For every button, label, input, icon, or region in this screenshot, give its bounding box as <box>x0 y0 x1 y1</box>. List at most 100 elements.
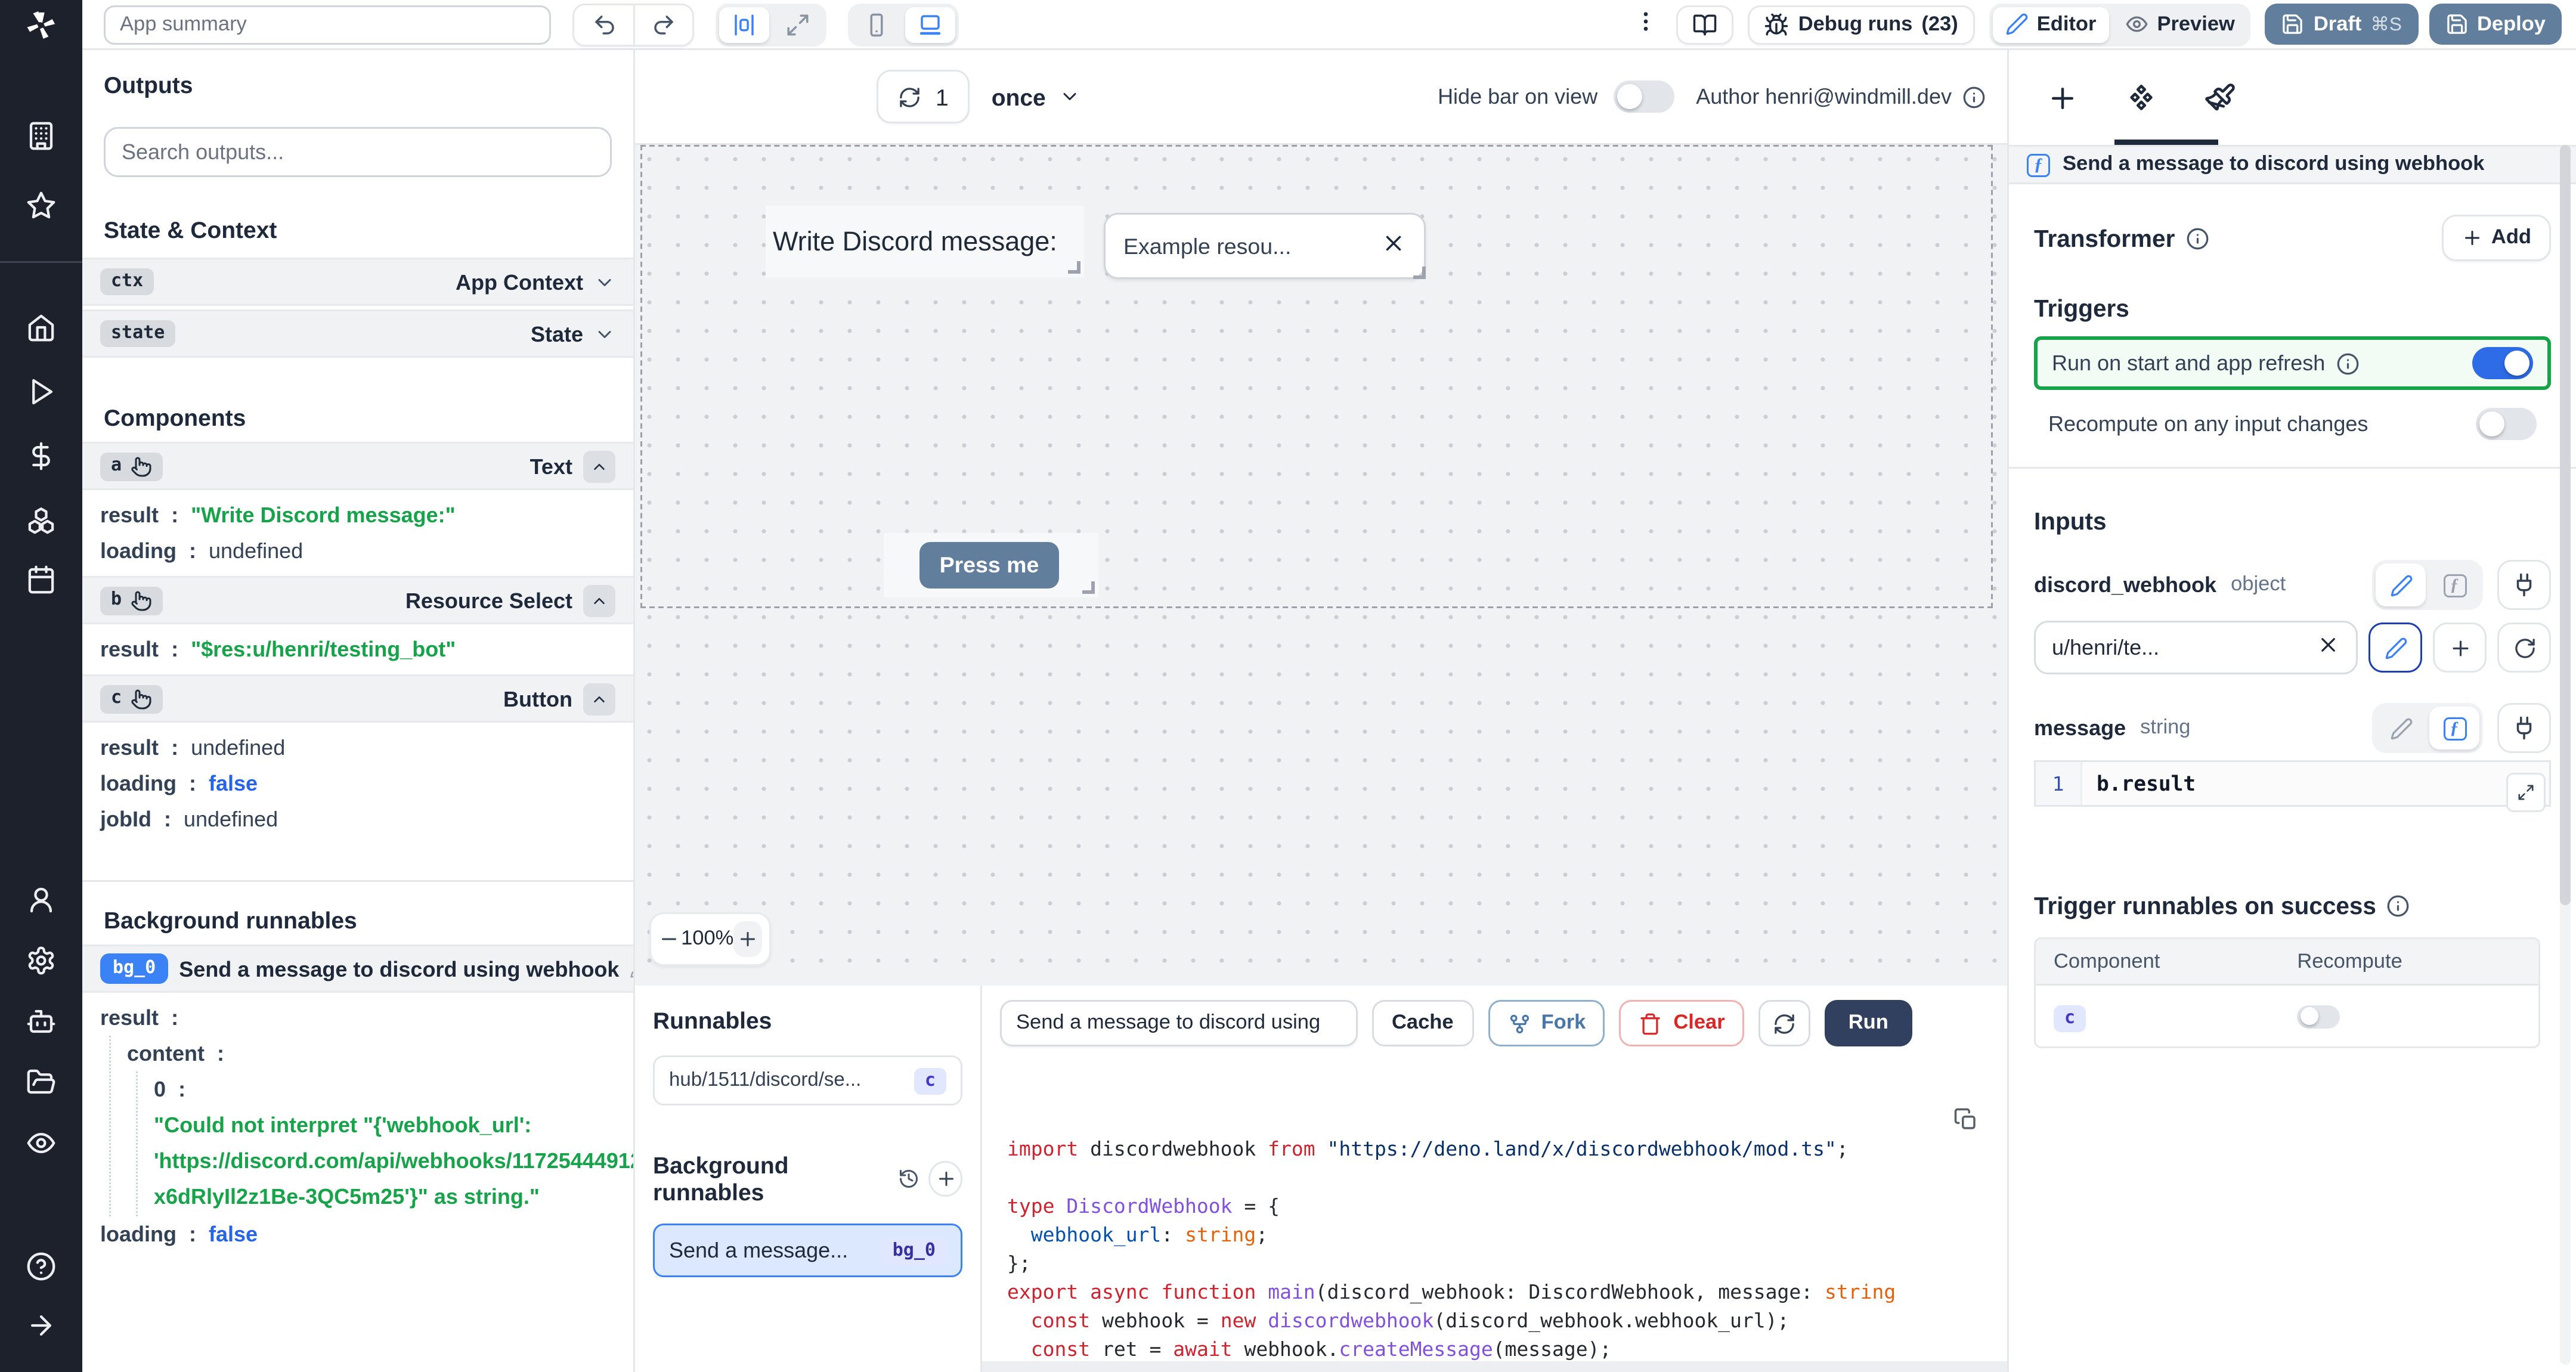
help-icon[interactable] <box>26 1252 57 1282</box>
collapse-button[interactable] <box>583 682 615 715</box>
add-resource-button[interactable] <box>2433 622 2487 673</box>
sidebar-item-resources[interactable] <box>26 506 57 536</box>
draft-button[interactable]: Draft ⌘S <box>2265 4 2418 45</box>
search-outputs-input[interactable] <box>104 127 612 177</box>
eval-mode-button[interactable]: ƒ <box>2429 563 2479 606</box>
expand-sidebar-icon[interactable] <box>26 1311 57 1341</box>
edit-resource-button[interactable] <box>2368 622 2422 673</box>
info-icon[interactable] <box>2185 227 2209 250</box>
collapse-button[interactable] <box>583 450 615 482</box>
collapse-button[interactable] <box>583 584 615 617</box>
deploy-button[interactable]: Deploy <box>2428 4 2562 45</box>
more-menu-button[interactable] <box>1634 9 1659 39</box>
expression-editor[interactable]: 1 b.result <box>2034 760 2551 812</box>
app-summary-input[interactable] <box>104 4 551 44</box>
resource-picker[interactable]: u/henri/te... <box>2034 621 2358 674</box>
zoom-out-button[interactable] <box>658 928 681 950</box>
zoom-level: 100% <box>681 928 734 950</box>
app-canvas[interactable]: Write Discord message: Example resou... … <box>635 145 2007 986</box>
docs-button[interactable] <box>1676 4 1734 44</box>
zoom-in-button[interactable] <box>733 921 762 957</box>
resize-handle[interactable] <box>1068 261 1080 274</box>
sidebar-item-users[interactable] <box>26 885 57 915</box>
component-row-c[interactable]: c Button <box>82 674 633 723</box>
button-component-container[interactable]: Press me <box>884 533 1098 597</box>
tab-editor[interactable]: Editor <box>1992 6 2109 42</box>
chevron-down-icon[interactable] <box>594 323 615 345</box>
sidebar-item-folders[interactable] <box>26 1067 57 1098</box>
copy-code-icon[interactable] <box>1953 1107 1979 1132</box>
reload-button[interactable] <box>1758 1000 1811 1046</box>
horizontal-scrollbar[interactable] <box>982 1361 2007 1372</box>
add-background-runnable-button[interactable] <box>928 1161 962 1197</box>
refresh-mode-dropdown[interactable]: once <box>992 83 1080 110</box>
clear-selection-icon[interactable] <box>1381 231 1406 256</box>
code-editor[interactable]: import discordwebhook from "https://deno… <box>982 1061 2007 1372</box>
resize-handle[interactable] <box>1413 267 1426 279</box>
desktop-view-button[interactable] <box>905 6 955 42</box>
scrollbar-thumb[interactable] <box>2560 145 2571 905</box>
fork-button[interactable]: Fork <box>1487 1000 1606 1046</box>
sidebar-item-workers[interactable] <box>26 1006 57 1037</box>
sidebar-item-home[interactable] <box>26 312 57 343</box>
component-type-label: Button <box>503 686 572 711</box>
hide-bar-toggle[interactable] <box>1614 80 1675 113</box>
fullscreen-layout-button[interactable] <box>773 7 823 42</box>
sidebar-item-runs[interactable] <box>26 377 57 407</box>
sidebar-item-billing[interactable] <box>26 441 57 472</box>
pencil-icon <box>2384 636 2407 659</box>
recompute-c-toggle[interactable] <box>2297 1004 2340 1028</box>
windmill-logo[interactable] <box>0 0 82 49</box>
refresh-count-box[interactable]: 1 <box>877 70 970 123</box>
press-me-button[interactable]: Press me <box>919 542 1059 589</box>
static-mode-button[interactable] <box>2376 563 2426 606</box>
tab-preview[interactable]: Preview <box>2112 7 2247 42</box>
output-row-ctx[interactable]: ctx App Context <box>82 258 633 306</box>
sidebar-item-schedules[interactable] <box>26 565 57 595</box>
script-name-input[interactable] <box>1000 1000 1358 1046</box>
sidebar-item-workspace[interactable] <box>26 121 57 151</box>
refresh-resource-button[interactable] <box>2497 622 2551 673</box>
redo-button[interactable] <box>633 4 692 44</box>
tab-styling[interactable] <box>2181 50 2259 145</box>
sidebar-item-favorites[interactable] <box>26 191 57 221</box>
run-button[interactable]: Run <box>1825 1000 1912 1046</box>
component-row-b[interactable]: b Resource Select <box>82 576 633 624</box>
sidebar-item-audit-logs[interactable] <box>26 1128 57 1159</box>
sidebar-item-settings[interactable] <box>26 946 57 976</box>
scrollbar[interactable] <box>2560 145 2571 1365</box>
info-icon[interactable] <box>2387 894 2410 918</box>
pointer-icon <box>131 688 152 710</box>
connect-input-button[interactable] <box>2497 560 2551 610</box>
tab-component-settings[interactable] <box>2102 50 2181 145</box>
cache-button[interactable]: Cache <box>1372 1000 1473 1046</box>
chevron-up-icon <box>590 457 608 475</box>
edit-icon[interactable] <box>630 960 633 978</box>
background-runnables-title: Background runnables <box>653 1152 789 1206</box>
recompute-toggle[interactable] <box>2476 408 2537 440</box>
info-icon[interactable] <box>1962 85 1986 109</box>
text-component[interactable]: Write Discord message: <box>766 206 1084 277</box>
info-icon[interactable] <box>2336 352 2359 375</box>
clear-resource-icon[interactable] <box>2317 633 2340 656</box>
run-on-start-toggle[interactable] <box>2472 347 2533 379</box>
chevron-down-icon[interactable] <box>594 271 615 293</box>
mobile-view-button[interactable] <box>852 7 902 42</box>
connect-input-button[interactable] <box>2497 703 2551 753</box>
expand-editor-button[interactable] <box>2506 773 2546 812</box>
component-row-a[interactable]: a Text <box>82 442 633 490</box>
resize-handle[interactable] <box>1082 581 1095 594</box>
background-runnable-row[interactable]: bg_0 Send a message to discord using web… <box>82 944 633 993</box>
resource-select-component[interactable]: Example resou... <box>1104 213 1426 279</box>
background-runnable-item-selected[interactable]: Send a message... bg_0 <box>653 1224 962 1277</box>
center-layout-button[interactable] <box>719 6 769 42</box>
static-mode-button[interactable] <box>2376 707 2426 750</box>
tab-insert-component[interactable] <box>2023 50 2102 145</box>
add-transformer-button[interactable]: Add <box>2441 215 2551 261</box>
runnable-item[interactable]: hub/1511/discord/se... c <box>653 1055 962 1105</box>
debug-runs-button[interactable]: Debug runs (23) <box>1748 4 1974 44</box>
output-row-state[interactable]: state State <box>82 309 633 358</box>
undo-button[interactable] <box>574 4 633 44</box>
clear-button[interactable]: Clear <box>1620 1000 1745 1046</box>
eval-mode-button[interactable]: ƒ <box>2429 707 2479 750</box>
